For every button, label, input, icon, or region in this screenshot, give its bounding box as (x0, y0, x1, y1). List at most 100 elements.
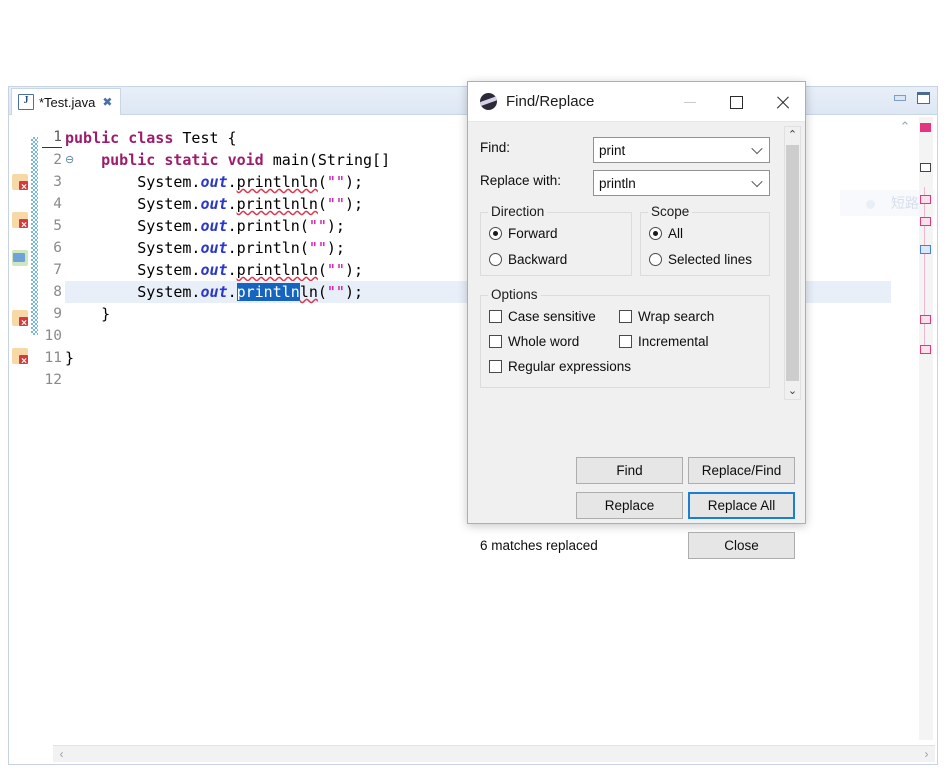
radio-selected-lines[interactable]: Selected lines (649, 252, 752, 267)
code-token: ); (344, 261, 364, 279)
code-line[interactable]: System.out.printlnln(""); (65, 193, 363, 215)
dialog-title-bar[interactable]: Find/Replace (468, 82, 805, 122)
code-token: } (65, 305, 111, 323)
minimize-view-icon[interactable] (892, 91, 908, 105)
overview-ruler-marker[interactable] (920, 245, 931, 254)
code-line[interactable]: System.out.println(""); (65, 237, 345, 259)
code-line[interactable]: } (65, 303, 110, 325)
checkbox-indicator (489, 335, 502, 348)
radio-all-label: All (668, 226, 684, 241)
find-input[interactable]: print (593, 137, 770, 163)
code-token: System. (65, 239, 201, 257)
error-marker-icon[interactable] (12, 310, 28, 329)
code-token: "" (326, 283, 345, 301)
code-token: ln (299, 283, 318, 301)
radio-backward-label: Backward (508, 252, 568, 267)
minimize-icon[interactable] (667, 82, 713, 122)
code-line[interactable]: public static void main(String[] (65, 149, 390, 171)
error-marker-icon[interactable] (12, 348, 28, 367)
checkbox-incremental-label: Incremental (638, 334, 709, 349)
overview-ruler-marker[interactable] (920, 195, 931, 204)
replace-button[interactable]: Replace (576, 492, 683, 519)
replace-with-input[interactable]: println (593, 170, 770, 196)
checkbox-case-sensitive[interactable]: Case sensitive (489, 309, 596, 324)
code-line[interactable]: System.out.printlnln(""); (65, 259, 363, 281)
overview-ruler-marker[interactable] (920, 123, 931, 132)
code-token: ); (326, 239, 345, 257)
line-number: 10 (44, 328, 62, 344)
maximize-view-icon[interactable] (915, 91, 931, 105)
code-token: . (227, 195, 237, 213)
line-number: 8 (53, 284, 62, 300)
dialog-window-buttons (667, 82, 805, 122)
overview-ruler-marker[interactable] (920, 345, 931, 354)
line-number: 11 (44, 350, 62, 366)
quickfix-marker-icon[interactable] (12, 250, 28, 266)
code-line[interactable]: System.out.printlnln(""); (65, 171, 363, 193)
close-icon[interactable] (759, 82, 805, 122)
code-line[interactable]: public class Test { (65, 127, 237, 149)
scroll-left-icon[interactable]: ‹ (53, 746, 70, 762)
eclipse-icon (480, 93, 497, 110)
radio-forward[interactable]: Forward (489, 226, 558, 241)
overview-ruler[interactable]: ⌃ 短路证 ⌄ (840, 115, 937, 764)
radio-backward[interactable]: Backward (489, 252, 567, 267)
fold-collapse-icon[interactable]: ⊖ (65, 155, 75, 166)
code-token: ( (299, 217, 309, 235)
overview-ruler-track[interactable] (919, 117, 933, 740)
code-line[interactable]: System.out.println(""); (65, 215, 345, 237)
overview-ruler-marker[interactable] (920, 217, 931, 226)
code-token: . (227, 173, 237, 191)
dialog-body: ⌃ ⌄ Find: print Replace with: println Di… (468, 122, 805, 559)
radio-indicator (489, 253, 502, 266)
scope-group-title: Scope (648, 204, 693, 219)
error-marker-icon[interactable] (12, 212, 28, 231)
code-token: System. (65, 217, 201, 235)
code-token: ( (317, 261, 327, 279)
scroll-right-icon[interactable]: › (918, 746, 935, 762)
code-token: "" (308, 239, 327, 257)
scrollbar-thumb[interactable] (786, 145, 799, 381)
code-token: static (164, 151, 219, 169)
maximize-icon[interactable] (713, 82, 759, 122)
code-token: ); (344, 283, 364, 301)
dialog-vertical-scrollbar[interactable]: ⌃ ⌄ (784, 126, 801, 400)
code-token: ( (317, 173, 327, 191)
overview-ruler-marker[interactable] (920, 163, 931, 172)
overview-ruler-marker[interactable] (920, 315, 931, 324)
error-marker-icon[interactable] (12, 174, 28, 193)
replace-all-button[interactable]: Replace All (688, 492, 795, 519)
checkbox-whole-word-label: Whole word (508, 334, 580, 349)
checkbox-regular-expressions[interactable]: Regular expressions (489, 359, 631, 374)
line-number: 5 (53, 218, 62, 234)
chevron-down-icon[interactable] (753, 145, 762, 154)
code-token: "" (308, 217, 327, 235)
code-token: ); (344, 173, 364, 191)
checkbox-incremental[interactable]: Incremental (619, 334, 709, 349)
find-button[interactable]: Find (576, 457, 683, 484)
replace-find-button[interactable]: Replace/Find (688, 457, 795, 484)
line-number: 2 (53, 152, 62, 168)
code-token: System. (65, 283, 201, 301)
code-token: out (200, 261, 228, 279)
line-number: 9 (53, 306, 62, 322)
code-token: . (227, 217, 237, 235)
code-token: Test { (173, 129, 237, 147)
chevron-up-icon[interactable]: ⌃ (897, 119, 913, 135)
checkbox-regular-expressions-label: Regular expressions (508, 359, 632, 374)
radio-all[interactable]: All (649, 226, 683, 241)
java-file-icon: J (18, 94, 34, 110)
chevron-down-icon[interactable]: ⌄ (785, 383, 800, 399)
code-line[interactable]: } (65, 347, 74, 369)
replace-with-label: Replace with: (480, 173, 562, 188)
chevron-up-icon[interactable]: ⌃ (785, 127, 800, 143)
close-button[interactable]: Close (688, 532, 795, 559)
close-icon[interactable]: ✖ (102, 96, 112, 108)
code-token: printlnln (236, 173, 318, 191)
chevron-down-icon[interactable] (753, 178, 762, 187)
checkbox-wrap-search[interactable]: Wrap search (619, 309, 714, 324)
horizontal-scrollbar[interactable]: ‹ › (53, 745, 935, 762)
checkbox-whole-word[interactable]: Whole word (489, 334, 579, 349)
code-token: "" (326, 173, 345, 191)
editor-tab-test-java[interactable]: J *Test.java ✖ (11, 88, 122, 115)
